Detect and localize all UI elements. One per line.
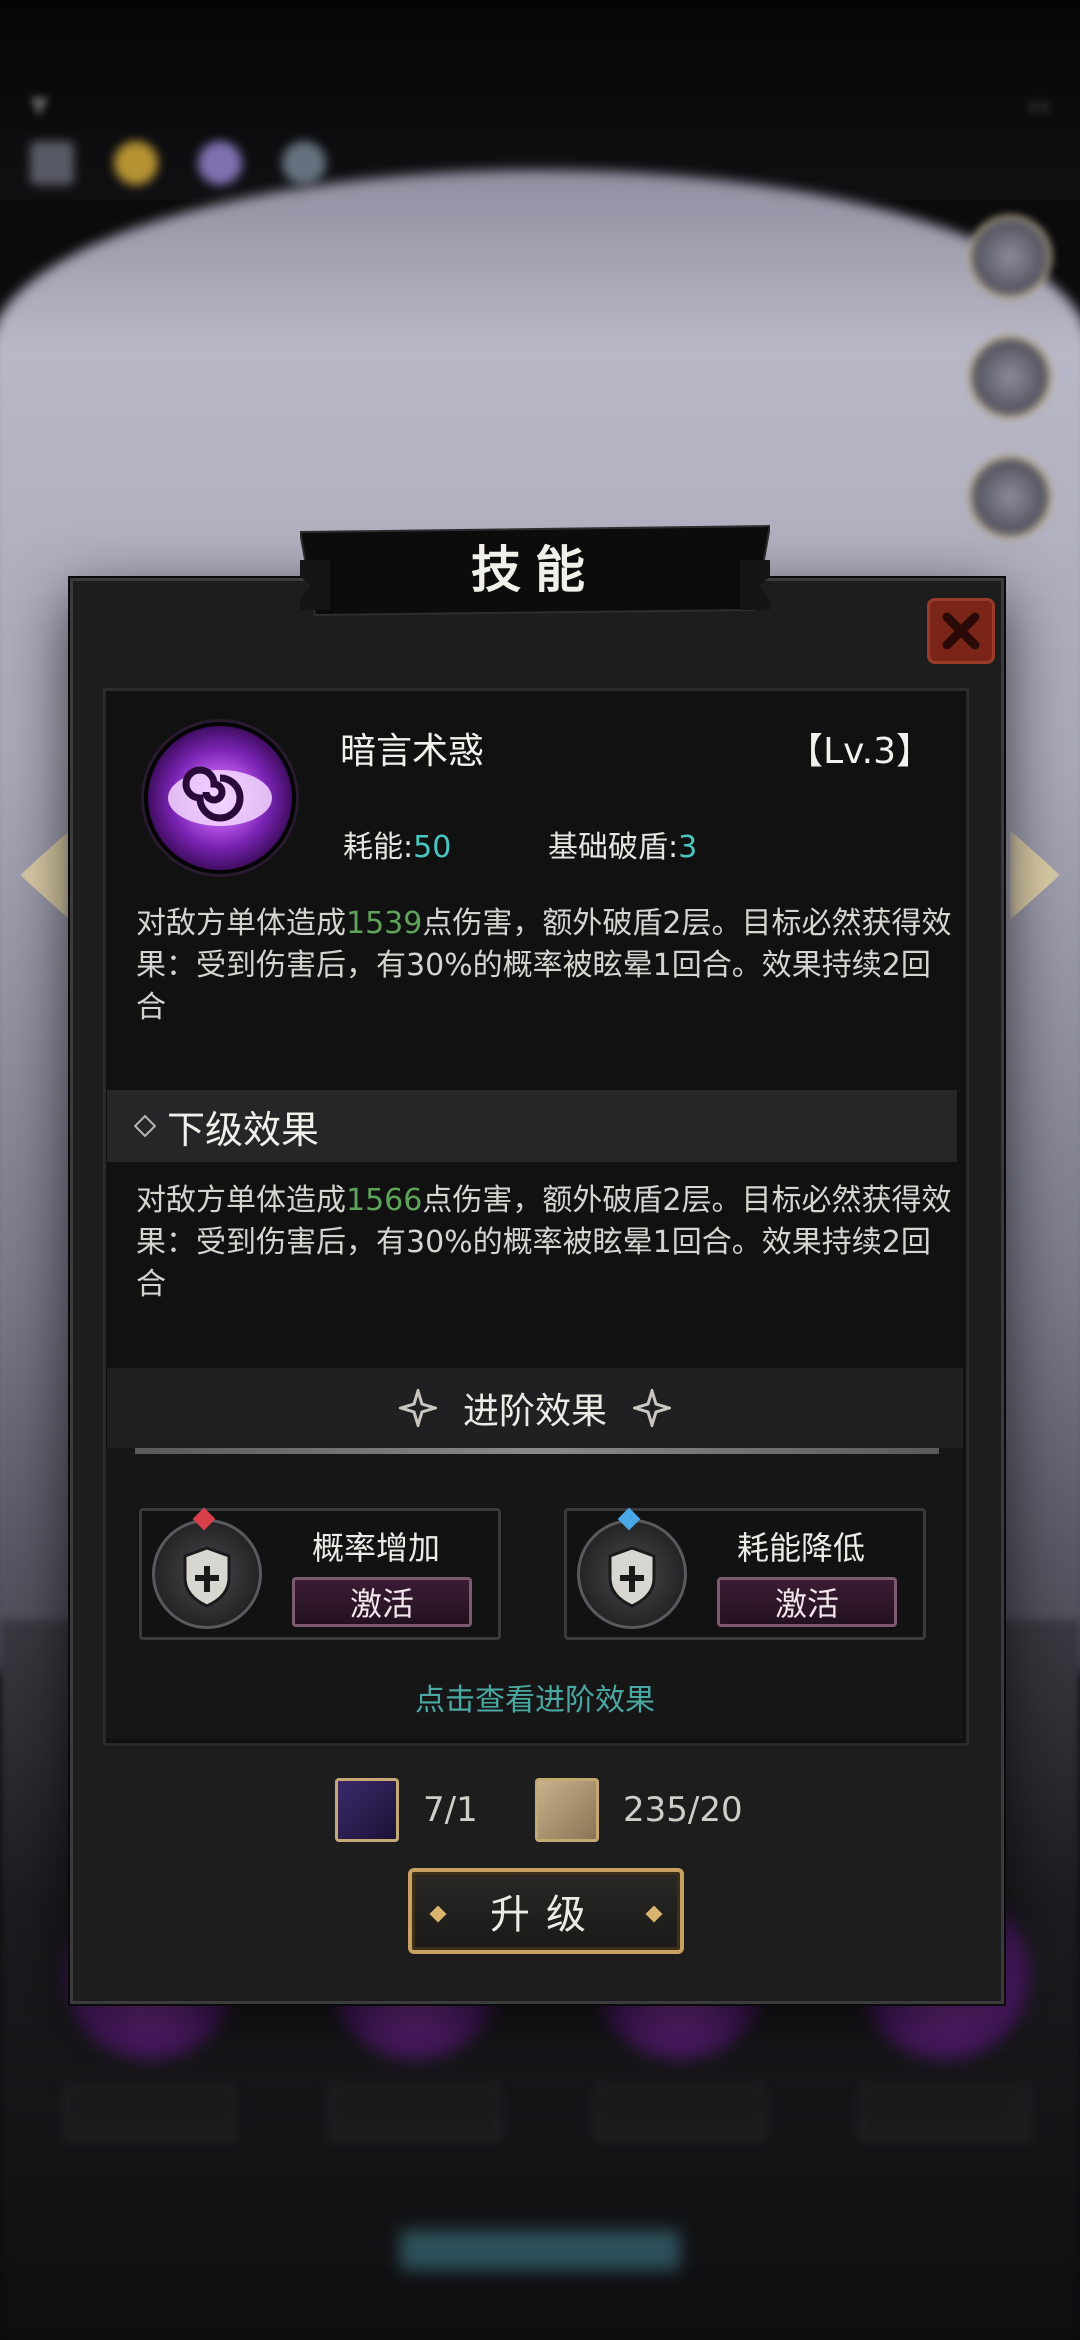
skill-tag — [860, 2085, 1030, 2141]
eye-spiral-icon — [168, 766, 272, 826]
gem-ornament-icon — [645, 1905, 663, 1923]
advanced-card-energy[interactable]: 耗能降低 激活 — [564, 1507, 926, 1640]
next-level-title: 下级效果 — [167, 1107, 320, 1152]
skill-tag — [595, 2085, 765, 2141]
scroll-icon — [535, 1778, 599, 1842]
damage-value: 1566 — [346, 1183, 423, 1218]
advanced-card-name: 耗能降低 — [737, 1529, 866, 1567]
next-level-header: 下级效果 — [107, 1090, 957, 1162]
skill-book-icon — [335, 1778, 399, 1842]
skill-name: 暗言术惑 — [340, 731, 485, 772]
gem-icon — [198, 141, 242, 185]
four-point-star-icon — [633, 1389, 671, 1427]
skill-description: 对敌方单体造成1539点伤害，额外破盾2层。目标必然获得效果：受到伤害后，有30… — [136, 903, 956, 1029]
energy-value: 50 — [413, 830, 452, 865]
break-label: 基础破盾: — [548, 830, 679, 865]
cost-scroll: 235/20 — [535, 1778, 743, 1842]
shield-icon — [183, 1546, 231, 1608]
shield-icon — [608, 1546, 656, 1608]
skill-tag — [330, 2085, 500, 2141]
advanced-title: 进阶效果 — [462, 1391, 607, 1432]
cost-value: 235/20 — [623, 1790, 743, 1830]
side-menu-button — [968, 335, 1052, 419]
skill-level: 【Lv.3】 — [787, 731, 932, 772]
advanced-header: 进阶效果 — [107, 1368, 963, 1448]
title-ribbon: 技能 — [300, 520, 770, 618]
shield-badge-icon — [152, 1519, 262, 1629]
close-button[interactable] — [927, 598, 995, 664]
status-bar: ▼ ▭ — [30, 85, 1050, 125]
diamond-icon — [133, 1114, 157, 1138]
break-value: 3 — [678, 830, 698, 865]
side-menu-button — [968, 215, 1052, 299]
gem-ornament-icon — [429, 1905, 447, 1923]
side-menu-button — [968, 455, 1052, 539]
view-advanced-link[interactable]: 点击查看进阶效果 — [107, 1675, 963, 1719]
gold-icon — [114, 141, 158, 185]
swap-icon — [30, 141, 74, 185]
divider — [135, 1448, 939, 1454]
upgrade-label: 升级 — [490, 1892, 602, 1938]
activate-button[interactable]: 激活 — [292, 1577, 472, 1627]
desc-text: 对敌方单体造成 — [136, 906, 346, 941]
advanced-card-probability[interactable]: 概率增加 激活 — [139, 1507, 501, 1640]
upgrade-button[interactable]: 升级 — [408, 1868, 684, 1954]
cost-value: 7/1 — [423, 1790, 478, 1830]
battery-icon: ▭ — [1027, 91, 1050, 119]
four-point-star-icon — [398, 1389, 437, 1427]
desc-text: 对敌方单体造成 — [136, 1183, 346, 1218]
advanced-card-name: 概率增加 — [312, 1529, 441, 1567]
close-icon — [942, 612, 980, 650]
skill-tag — [65, 2085, 235, 2141]
activate-button[interactable]: 激活 — [717, 1577, 897, 1627]
wifi-icon: ▼ — [30, 91, 49, 119]
cost-skill-book: 7/1 — [335, 1778, 478, 1842]
base-break: 基础破盾:3 — [548, 822, 697, 866]
dialog-title: 技能 — [471, 541, 599, 599]
shield-badge-icon — [577, 1519, 687, 1629]
damage-value: 1539 — [346, 906, 423, 941]
skill-icon — [144, 722, 296, 874]
next-level-description: 对敌方单体造成1566点伤害，额外破盾2层。目标必然获得效果：受到伤害后，有30… — [136, 1180, 956, 1306]
energy-cost: 耗能:50 — [343, 822, 451, 866]
bottom-hint — [400, 2230, 680, 2270]
energy-label: 耗能: — [343, 830, 414, 865]
stamina-icon — [282, 141, 326, 185]
